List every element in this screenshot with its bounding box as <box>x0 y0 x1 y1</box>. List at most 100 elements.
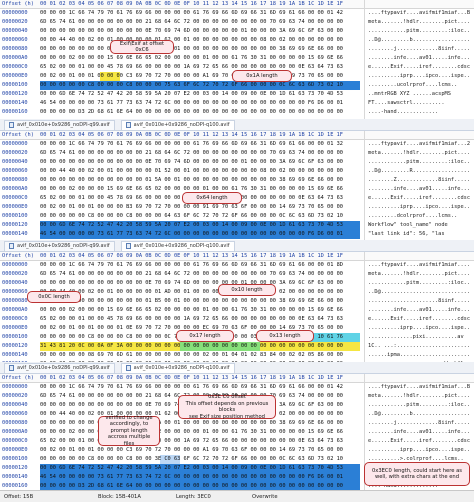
callout-length-0x64: 0x64 length <box>182 192 242 204</box>
row-hex-bytes[interactable]: 00 02 00 01 00 01 00 00 00 B3 69 70 72 7… <box>40 203 343 212</box>
row-offset: 00000140 <box>2 100 28 106</box>
row-ascii[interactable]: ....ftypavif....avifmif1miaf...2 <box>368 140 470 149</box>
row-ascii[interactable]: ..........iprp....ipco....ispe.. <box>368 203 470 212</box>
row-hex-bytes[interactable]: 46 54 00 00 00 00 73 61 77 73 63 74 72 6… <box>40 99 343 108</box>
row-ascii[interactable]: ....ftypavif....avifmif1miaf...B <box>368 9 470 18</box>
row-hex-bytes[interactable]: 00 00 00 00 00 00 00 00 00 00 00 0E 70 6… <box>40 279 343 288</box>
row-hex-bytes[interactable]: 00 00 00 00 00 00 00 00 00 00 00 0E 70 6… <box>40 27 343 36</box>
row-ascii[interactable]: ....-hand............. <box>368 108 438 117</box>
row-ascii[interactable]: ........infe....av01.....infe... <box>368 428 470 437</box>
row-ascii[interactable]: .........ucolrprof....lcms.. <box>368 81 457 90</box>
row-ascii[interactable]: e......Exif.....iref........cdsc <box>368 437 470 446</box>
row-hex-bytes[interactable]: 31 43 81 20 0C 00 0A 0F 3A 00 00 00 00 0… <box>40 342 343 351</box>
row-ascii[interactable]: ........infe....av01.....infe... <box>368 54 470 63</box>
row-hex-bytes[interactable]: 00 00 44 40 00 02 00 01 00 00 00 00 01 5… <box>40 167 343 176</box>
file-tab[interactable]: avif_0x010e+0x9286_noDPI-q99.avif <box>4 240 115 251</box>
row-ascii[interactable]: meta.......!hdlr........pict.... <box>368 392 470 401</box>
row-ascii[interactable]: ..........iprp....ipco....ispe.. <box>368 446 470 455</box>
row-hex-bytes[interactable]: 00 00 44 40 00 02 00 01 00 00 00 00 01 A… <box>40 288 343 297</box>
row-ascii[interactable]: ..D@.........b.................. <box>368 36 470 45</box>
row-hex-bytes[interactable]: 00 00 00 00 D3 2D 68 61 6E 64 00 00 00 0… <box>40 482 343 490</box>
row-hex-bytes[interactable]: 00 00 00 00 D3 2D 68 61 6E 64 00 00 00 0… <box>40 108 343 117</box>
callout-text: 0x1A length <box>246 72 278 79</box>
row-ascii[interactable]: ........infe....av01.....infe... <box>368 185 470 194</box>
row-hex-bytes[interactable]: 00 00 00 02 00 00 00 15 69 6E 66 65 02 0… <box>40 54 343 63</box>
row-hex-bytes[interactable]: 00 00 6D 6E 74 72 52 47 42 20 58 59 5A 2… <box>40 464 343 473</box>
file-tab-label: avif_0x010e+0x9286_noDPI-q99.avif <box>17 365 110 371</box>
row-ascii[interactable]: e......Exif.....iref........cdsc <box>368 315 470 324</box>
offset-header-label: Offset (h) <box>2 132 34 138</box>
row-ascii[interactable]: ..D@.........R.................. <box>368 167 470 176</box>
row-hex-bytes[interactable]: 00 00 00 00 00 C8 00 00 00 C8 00 00 00 7… <box>40 81 343 90</box>
row-hex-bytes[interactable]: 46 54 00 00 00 00 73 61 77 73 63 74 72 6… <box>40 473 343 482</box>
row-ascii[interactable]: "last link id": 56, "las <box>368 230 445 239</box>
hex-row: 00000120 00 00 6D 6E 74 72 52 47 42 20 58… <box>0 221 474 230</box>
row-hex-bytes[interactable]: 00 00 00 1C 66 74 79 70 61 76 69 66 00 0… <box>40 383 343 392</box>
row-ascii[interactable]: 1C.. ...:....................... <box>368 342 470 351</box>
row-ascii[interactable]: ........infe....av01.....infe... <box>368 306 470 315</box>
row-hex-bytes[interactable]: 00 00 6D 6E 74 72 52 47 42 20 58 59 5A 2… <box>40 221 343 230</box>
row-hex-bytes[interactable]: 65 02 00 00 01 00 00 45 78 69 66 00 00 0… <box>40 437 343 446</box>
row-hex-bytes[interactable]: 6D 65 74 61 00 00 00 00 00 00 00 21 68 6… <box>40 270 343 279</box>
row-hex-bytes[interactable]: 00 00 00 00 00 00 00 00 00 00 00 01 5A 0… <box>40 176 343 185</box>
row-hex-bytes[interactable]: 6D 65 74 61 00 00 00 00 00 00 00 21 68 6… <box>40 18 343 27</box>
row-hex-bytes[interactable]: 65 02 00 00 01 00 00 45 78 69 66 00 00 0… <box>40 315 343 324</box>
status-mode: Overwrite <box>252 493 278 500</box>
row-ascii[interactable]: ............pitm.........:iloc.. <box>368 27 470 36</box>
file-tab[interactable]: avif_0x010e+0x9286_noDPI-q99.avif <box>4 362 115 373</box>
row-hex-bytes[interactable]: 6D 65 74 61 00 00 00 00 00 00 00 21 68 6… <box>40 149 343 158</box>
row-hex-bytes[interactable]: 00 00 00 00 00 08 69 70 6D 61 00 00 00 0… <box>40 351 343 360</box>
row-hex-bytes[interactable]: 00 00 00 02 00 00 00 15 69 6E 66 65 02 0… <box>40 306 343 315</box>
row-ascii[interactable]: ............pitm.........:iloc.. <box>368 158 470 167</box>
row-ascii[interactable]: meta.......!hdlr........pict.... <box>368 270 470 279</box>
row-ascii[interactable]: ........j.............8iinf..... <box>368 45 470 54</box>
row-hex-bytes[interactable]: 00 00 44 40 00 02 00 01 00 00 00 00 01 6… <box>40 36 343 45</box>
row-ascii[interactable]: ..........iprp....ipco....ispe.. <box>368 324 470 333</box>
row-hex-bytes[interactable]: 00 00 00 02 00 00 00 15 69 6E 66 65 02 0… <box>40 428 343 437</box>
row-offset: 00000020 <box>2 393 28 399</box>
row-ascii[interactable]: ......ipma...................... <box>368 351 470 360</box>
file-tab-label: avif_0x010e+0x9286_noDPI-q100.avif <box>133 365 230 371</box>
row-hex-bytes[interactable]: 00 00 00 1C 66 74 79 70 61 76 69 66 00 0… <box>40 261 343 270</box>
row-ascii[interactable]: ..............pixi..........av <box>368 333 464 342</box>
file-icon <box>125 243 131 249</box>
row-hex-bytes[interactable]: 00 00 00 00 00 00 00 00 00 00 00 0E 70 6… <box>40 158 343 167</box>
row-ascii[interactable]: ......................8iinf..... <box>368 297 470 306</box>
row-ascii[interactable]: ............pitm.........:iloc.. <box>368 401 470 410</box>
row-hex-bytes[interactable]: 00 00 6D 6E 74 72 52 47 42 20 58 59 5A 2… <box>40 90 343 99</box>
row-hex-bytes[interactable]: 00 00 00 1C 66 74 79 70 61 76 69 66 00 0… <box>40 9 343 18</box>
row-hex-bytes[interactable]: 00 00 00 00 00 00 00 00 00 00 00 01 B5 0… <box>40 297 343 306</box>
row-ascii[interactable]: ..D@............................ <box>368 288 470 297</box>
row-ascii[interactable]: ............pitm.........:iloc.. <box>368 279 470 288</box>
row-ascii[interactable]: meta.......!hdlr........pict.... <box>368 18 470 27</box>
hex-row: 00000100 00 00 00 00 00 C8 00 00 00 C8 00… <box>0 81 474 90</box>
row-hex-bytes[interactable]: 65 02 00 00 01 00 00 45 78 69 66 00 00 0… <box>40 63 343 72</box>
row-offset: 00000140 <box>2 231 28 237</box>
row-ascii[interactable]: e......Exif.....iref........cdsc <box>368 63 470 72</box>
row-hex-bytes[interactable]: 00 00 00 00 00 C8 00 00 00 C8 00 00 3E C… <box>40 455 343 464</box>
file-tab[interactable]: avif_0x010e+0x9286_noDPI-q100.avif <box>120 119 235 130</box>
row-ascii[interactable]: ....ftypavif....avifmif1miaf...B <box>368 383 470 392</box>
row-hex-bytes[interactable]: 00 02 00 01 00 01 00 00 00 C3 69 70 72 7… <box>40 72 343 81</box>
row-ascii[interactable]: ..mntrRGB XYZ ......acspMS <box>368 90 451 99</box>
file-tab[interactable]: avif_0x010e+0x9286_noDPI-q99.avif <box>4 119 115 130</box>
row-ascii[interactable]: ........Z.............8iinf..... <box>368 176 470 185</box>
row-ascii[interactable]: FT....sawsctrl.......... <box>368 99 445 108</box>
hex-column-header: Offset (h) 00 01 02 03 04 05 06 07 08 09… <box>0 131 474 140</box>
row-ascii[interactable]: ..D@.........b.................. <box>368 410 470 419</box>
row-hex-bytes[interactable]: 00 02 00 01 00 01 00 00 00 C3 69 70 72 7… <box>40 446 343 455</box>
row-ascii[interactable]: meta.......!hdlr........pict.... <box>368 149 470 158</box>
row-ascii[interactable]: ........j.............8iinf..... <box>368 419 470 428</box>
row-ascii[interactable]: Workflow" tool_name" node <box>368 221 448 230</box>
row-hex-bytes[interactable]: 00 00 00 00 00 C8 00 00 00 C8 00 00 00 6… <box>40 212 343 221</box>
row-hex-bytes[interactable]: 46 54 00 00 00 00 73 61 77 73 63 74 72 6… <box>40 230 343 239</box>
row-ascii[interactable]: ....ftypavif....avifmif1miaf.... <box>368 261 470 270</box>
row-hex-bytes[interactable]: 00 00 00 00 00 00 00 00 00 00 00 01 6A 0… <box>40 419 343 428</box>
row-hex-bytes[interactable]: 00 00 00 00 00 00 00 00 00 00 00 01 6A 0… <box>40 45 343 54</box>
row-ascii[interactable]: ..........iprp....ipco....ispe.. <box>368 72 470 81</box>
row-ascii[interactable]: .........dcolrprof....lcms.. <box>368 212 457 221</box>
file-tab[interactable]: avif_0x010e+0x9286_noDPI-q100.avif <box>120 240 235 251</box>
row-hex-bytes[interactable]: 00 00 00 1C 66 74 79 70 61 76 69 66 00 0… <box>40 140 343 149</box>
file-tab[interactable]: avif_0x010e+0x9286_noDPI-q100.avif <box>120 362 235 373</box>
row-ascii[interactable]: e......Exif.....iref........cdsc <box>368 194 470 203</box>
